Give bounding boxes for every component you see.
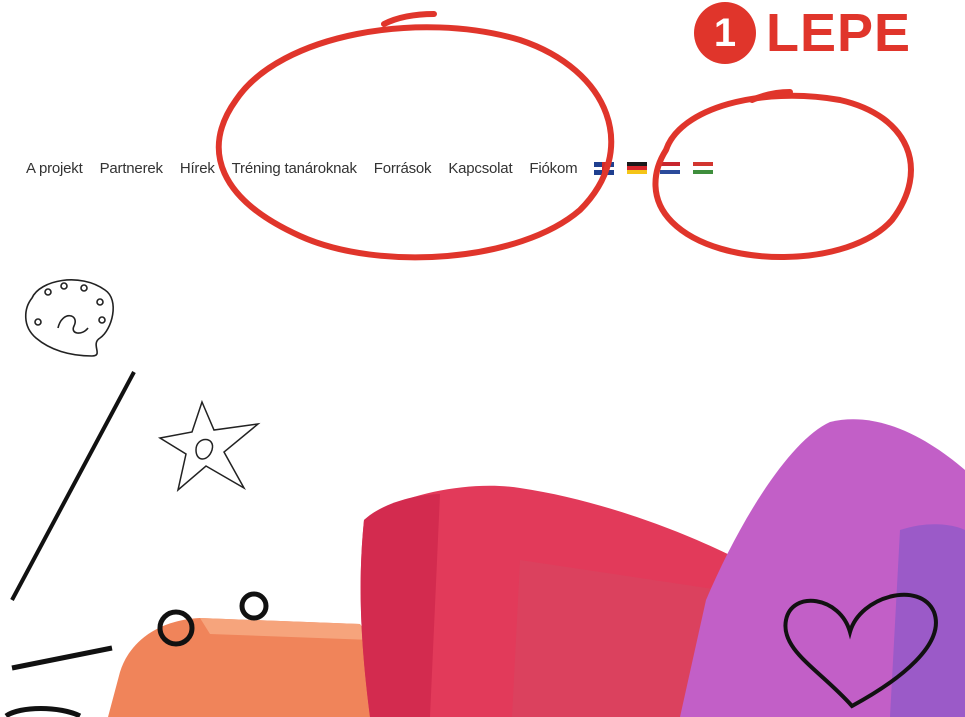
nav-item-fiokom[interactable]: Fiókom <box>529 160 577 177</box>
step-label: LEPE <box>766 3 912 63</box>
uk-flag-icon[interactable] <box>594 161 615 175</box>
step-number-badge: 1 <box>694 2 756 64</box>
main-nav: A projekt Partnerek Hírek Tréning tanáro… <box>26 156 965 180</box>
germany-flag-icon[interactable] <box>627 161 648 175</box>
star-doodle <box>157 399 261 493</box>
nav-item-hirek[interactable]: Hírek <box>180 160 215 177</box>
nav-item-partnerek[interactable]: Partnerek <box>100 160 163 177</box>
nav-item-kapcsolat[interactable]: Kapcsolat <box>448 160 512 177</box>
nav-item-trening-tanaroknak[interactable]: Tréning tanároknak <box>232 160 357 177</box>
netherlands-flag-icon[interactable] <box>660 161 681 175</box>
hero-illustration <box>4 279 965 717</box>
step-badge: 1 LEPE <box>694 2 965 64</box>
nav-item-forrasok[interactable]: Források <box>374 160 432 177</box>
hungary-flag-icon[interactable] <box>693 161 714 175</box>
palette-doodle <box>24 279 114 357</box>
nav-item-a-projekt[interactable]: A projekt <box>26 160 83 177</box>
stick-doodle <box>10 371 136 601</box>
